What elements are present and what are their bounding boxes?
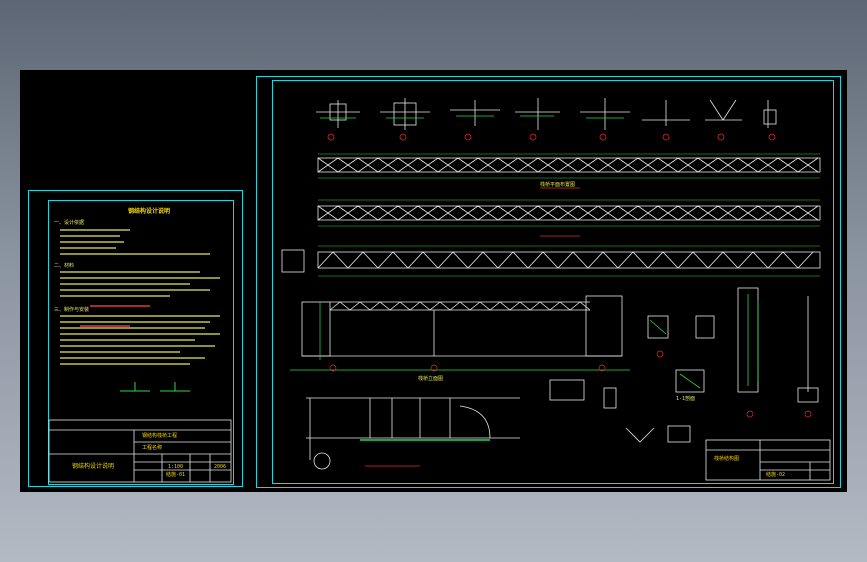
cad-model-space[interactable]: 钢结构设计说明 一、设计依据 二、材料 三、制作与安装 钢结构栈桥工程 工程名称… <box>20 70 847 492</box>
plan-label: 栈桥平面布置图 <box>540 182 576 188</box>
main-tb-sheet-no: 结施-02 <box>766 472 786 478</box>
main-title-block <box>705 439 831 481</box>
main-tb-title: 栈桥结构图 <box>714 456 740 462</box>
